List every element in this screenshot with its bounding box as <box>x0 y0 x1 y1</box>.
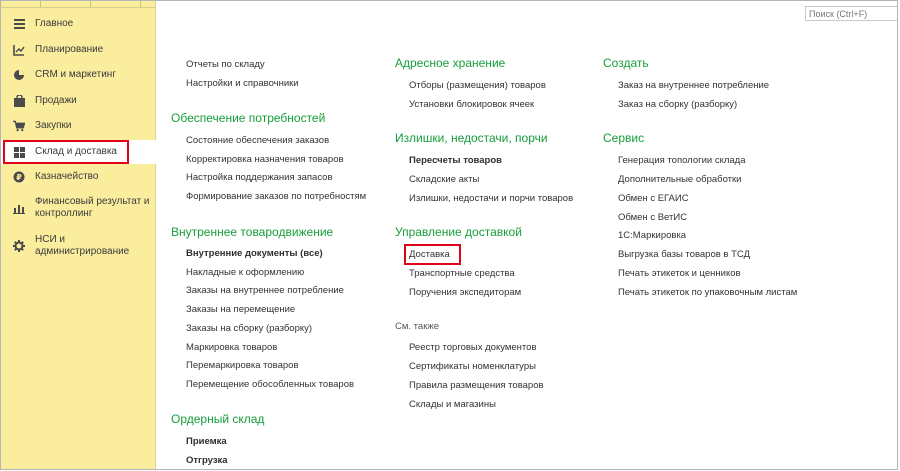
sidebar-item-main[interactable]: Главное <box>1 15 156 33</box>
section-title-order-warehouse: Ордерный склад <box>171 412 265 426</box>
link-goods-relabeling[interactable]: Перемаркировка товаров <box>186 360 299 371</box>
link-forwarder-assignments[interactable]: Поручения экспедиторам <box>409 287 521 298</box>
link-delivery[interactable]: Доставка <box>409 249 450 260</box>
section-title-internal-movement: Внутреннее товародвижение <box>171 225 334 239</box>
link-invoices-to-issue[interactable]: Накладные к оформлению <box>186 267 304 278</box>
sidebar-item-finance[interactable]: Финансовый результат и контроллинг <box>1 195 156 221</box>
sidebar-item-planning[interactable]: Планирование <box>1 41 156 59</box>
link-orders-by-needs[interactable]: Формирование заказов по потребностям <box>186 191 366 202</box>
gear-icon <box>13 240 25 252</box>
link-acceptance[interactable]: Приемка <box>186 436 227 447</box>
planning-icon <box>13 44 25 56</box>
link-internal-consumption-orders[interactable]: Заказы на внутреннее потребление <box>186 285 344 296</box>
link-separated-goods-transfer[interactable]: Перемещение обособленных товаров <box>186 379 354 390</box>
link-goods-labeling[interactable]: Маркировка товаров <box>186 342 277 353</box>
cart-icon <box>13 120 25 132</box>
sidebar-item-sales[interactable]: Продажи <box>1 92 156 110</box>
sidebar-item-label: Казначейство <box>35 171 99 182</box>
link-warehouse-reports[interactable]: Отчеты по складу <box>186 59 265 70</box>
link-surplus-shortage-goods[interactable]: Излишки, недостачи и порчи товаров <box>409 193 573 204</box>
link-create-internal-consumption-order[interactable]: Заказ на внутреннее потребление <box>618 80 769 91</box>
link-egais-exchange[interactable]: Обмен с ЕГАИС <box>618 193 689 204</box>
svg-text:₽: ₽ <box>16 173 22 182</box>
sidebar-item-purchases[interactable]: Закупки <box>1 117 156 135</box>
link-order-supply-status[interactable]: Состояние обеспечения заказов <box>186 135 329 146</box>
link-transfer-orders[interactable]: Заказы на перемещение <box>186 304 295 315</box>
link-settings-directories[interactable]: Настройки и справочники <box>186 78 299 89</box>
sidebar-item-crm[interactable]: CRM и маркетинг <box>1 66 156 84</box>
sidebar-item-label: Продажи <box>35 95 77 106</box>
link-nomenclature-certificates[interactable]: Сертификаты номенклатуры <box>409 361 536 372</box>
link-placement-rules[interactable]: Правила размещения товаров <box>409 380 544 391</box>
link-shipment[interactable]: Отгрузка <box>186 455 228 466</box>
link-assembly-orders[interactable]: Заказы на сборку (разборку) <box>186 323 312 334</box>
coin-icon: ₽ <box>13 171 25 183</box>
link-picking-placement[interactable]: Отборы (размещения) товаров <box>409 80 546 91</box>
link-stock-settings[interactable]: Настройка поддержания запасов <box>186 172 333 183</box>
app-window: Главное Планирование CRM и маркетинг Про… <box>0 0 898 470</box>
link-warehouse-acts[interactable]: Складские акты <box>409 174 479 185</box>
section-title-surplus-shortage: Излишки, недостачи, порчи <box>395 131 548 145</box>
link-vehicles[interactable]: Транспортные средства <box>409 268 515 279</box>
sidebar-item-label: Планирование <box>35 44 104 55</box>
sidebar-item-warehouse[interactable]: Склад и доставка <box>1 140 156 164</box>
link-goods-assignment[interactable]: Корректировка назначения товаров <box>186 154 344 165</box>
link-warehouses-stores[interactable]: Склады и магазины <box>409 399 496 410</box>
link-print-packing-labels[interactable]: Печать этикеток по упаковочным листам <box>618 287 797 298</box>
see-also-title: См. также <box>395 321 439 332</box>
sidebar-item-label: Главное <box>35 18 74 29</box>
link-cell-locks[interactable]: Установки блокировок ячеек <box>409 99 534 110</box>
link-print-labels-prices[interactable]: Печать этикеток и ценников <box>618 268 741 279</box>
link-tsd-export[interactable]: Выгрузка базы товаров в ТСД <box>618 249 750 260</box>
bag-icon <box>13 95 25 107</box>
sidebar: Главное Планирование CRM и маркетинг Про… <box>1 1 156 469</box>
sidebar-item-nsi[interactable]: НСИ и администрирование <box>1 233 156 259</box>
link-vetis-exchange[interactable]: Обмен с ВетИС <box>618 212 687 223</box>
link-internal-docs-all[interactable]: Внутренние документы (все) <box>186 248 323 259</box>
menu-icon <box>13 18 25 30</box>
sidebar-item-label: CRM и маркетинг <box>35 69 116 80</box>
sidebar-item-label: Склад и доставка <box>35 146 117 157</box>
section-title-address-storage: Адресное хранение <box>395 56 506 70</box>
link-create-assembly-order[interactable]: Заказ на сборку (разборку) <box>618 99 737 110</box>
section-title-create: Создать <box>603 56 649 70</box>
section-title-delivery-management: Управление доставкой <box>395 225 522 239</box>
section-title-needs: Обеспечение потребностей <box>171 111 326 125</box>
link-1c-marking[interactable]: 1С:Маркировка <box>618 230 686 241</box>
link-additional-processing[interactable]: Дополнительные обработки <box>618 174 741 185</box>
link-trade-docs-registry[interactable]: Реестр торговых документов <box>409 342 537 353</box>
sidebar-item-treasury[interactable]: ₽ Казначейство <box>1 168 156 186</box>
link-recounts[interactable]: Пересчеты товаров <box>409 155 502 166</box>
warehouse-grid-icon <box>13 146 25 158</box>
bar-chart-icon <box>13 202 25 214</box>
search-input[interactable] <box>805 6 897 21</box>
link-topology-generation[interactable]: Генерация топологии склада <box>618 155 746 166</box>
sidebar-item-label: Финансовый результат и контроллинг <box>35 196 150 219</box>
section-title-service: Сервис <box>603 131 645 145</box>
sidebar-item-label: НСИ и администрирование <box>35 234 130 257</box>
sidebar-item-label: Закупки <box>35 120 72 131</box>
pie-chart-icon <box>13 69 25 81</box>
sidebar-top-strip <box>1 1 156 8</box>
